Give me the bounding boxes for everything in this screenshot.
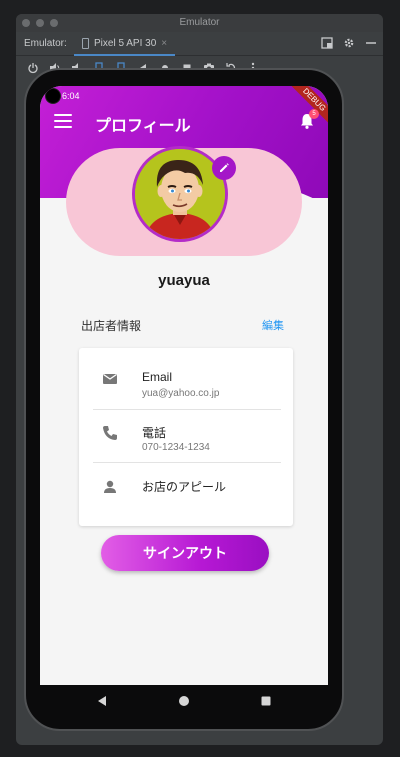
edit-link[interactable]: 編集 (262, 317, 284, 333)
info-value: 070-1234-1234 (142, 442, 210, 453)
menu-button[interactable] (54, 114, 72, 128)
info-row-appeal[interactable]: お店のアピール (79, 464, 293, 516)
gear-icon[interactable] (343, 37, 355, 49)
device-icon (82, 37, 89, 49)
row-divider (93, 462, 281, 463)
window-title: Emulator (179, 17, 220, 28)
front-camera (46, 89, 60, 103)
status-bar: 6:04 (50, 88, 316, 104)
page-title: プロフィール (95, 118, 191, 135)
emulator-tabbar: Emulator: Pixel 5 API 30 × (16, 32, 383, 56)
info-value: yua@yahoo.co.jp (142, 388, 220, 399)
minimize-icon[interactable] (365, 37, 377, 49)
section-title: 出店者情報 (81, 319, 142, 333)
nav-overview-icon[interactable] (260, 695, 272, 707)
nav-home-icon[interactable] (178, 695, 190, 707)
device-frame: 6:04 DEBUG プロフィール 5 yuayua 出店者情報 編集 Emai… (24, 68, 344, 731)
system-nav-bar (40, 685, 328, 717)
power-icon[interactable] (26, 62, 39, 75)
hamburger-icon (54, 114, 72, 116)
info-row-email[interactable]: Email yua@yahoo.co.jp (79, 356, 293, 408)
tab-pixel5[interactable]: Pixel 5 API 30 × (74, 32, 176, 56)
tab-close-icon[interactable]: × (161, 38, 167, 49)
window-layout-icon[interactable] (321, 37, 333, 49)
status-time: 6:04 (62, 91, 80, 101)
device-screen: 6:04 DEBUG プロフィール 5 yuayua 出店者情報 編集 Emai… (40, 86, 328, 685)
mail-icon (103, 373, 117, 384)
nav-back-icon[interactable] (96, 695, 108, 707)
avatar-image (135, 149, 225, 239)
info-label: お店のアピール (142, 480, 227, 494)
seller-info-card: Email yua@yahoo.co.jp 電話 070-1234-1234 お… (79, 348, 293, 526)
emulator-label: Emulator: (24, 38, 67, 49)
info-row-phone[interactable]: 電話 070-1234-1234 (79, 410, 293, 462)
cartoon-man-avatar (135, 149, 225, 239)
pencil-icon (220, 163, 229, 172)
notification-button[interactable]: 5 (298, 109, 319, 130)
edit-avatar-button[interactable] (212, 156, 236, 180)
info-label: Email (142, 370, 173, 384)
notification-badge: 5 (309, 109, 319, 119)
username: yuayua (158, 272, 210, 289)
info-label: 電話 (142, 426, 167, 440)
phone-icon (103, 426, 117, 440)
person-icon (104, 480, 116, 493)
window-titlebar: Emulator (16, 14, 383, 32)
tab-label: Pixel 5 API 30 (94, 37, 157, 49)
signout-button[interactable]: サインアウト (101, 535, 269, 571)
